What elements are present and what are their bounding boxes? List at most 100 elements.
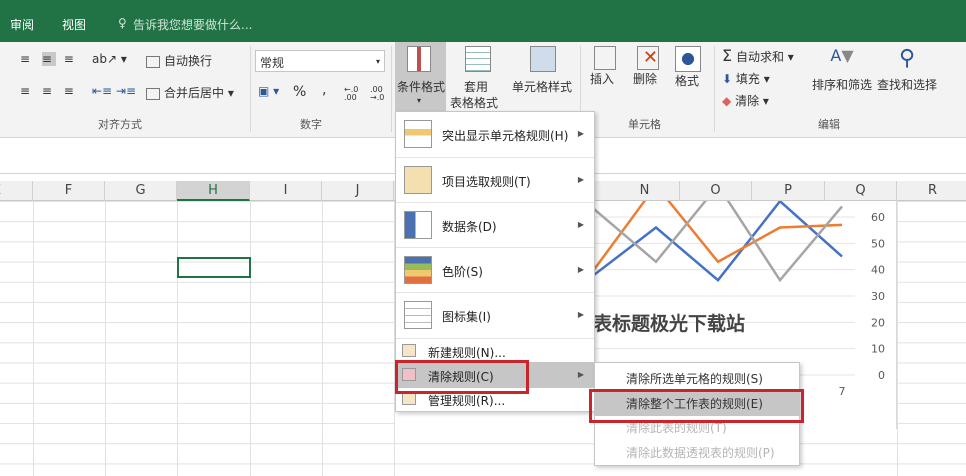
y-tick-label: 0 (878, 369, 885, 382)
group-number: 数字 (300, 118, 322, 131)
highlight-box (395, 360, 529, 394)
data-bars-icon (404, 211, 432, 239)
group-cells: 单元格 (628, 118, 661, 131)
clear-label: 清除 (735, 94, 760, 108)
format-button[interactable]: 格式 (675, 46, 701, 89)
eraser-icon: ◆ (722, 94, 732, 108)
y-tick-label: 50 (871, 237, 885, 250)
tell-me-search[interactable]: 告诉我您想要做什么... (133, 16, 252, 33)
highlight-box (589, 389, 804, 423)
col-header[interactable]: J (322, 181, 394, 201)
divider (714, 46, 715, 132)
gridline (250, 201, 251, 476)
gridline (105, 201, 106, 476)
series-line (592, 201, 843, 271)
submenu-arrow-icon: ▶ (577, 310, 584, 319)
col-header[interactable]: N (610, 181, 680, 201)
align-top-icon[interactable]: ≡ ≡ ≡ (20, 52, 78, 66)
col-header[interactable]: R (897, 181, 966, 201)
divider (250, 46, 251, 132)
y-tick-label: 60 (871, 211, 885, 224)
submenu-arrow-icon: ▶ (577, 220, 584, 229)
fill-down-icon: ⬇ (722, 72, 733, 86)
y-tick-label: 40 (871, 264, 885, 277)
merge-icon (146, 87, 160, 100)
top-bottom-icon (404, 166, 432, 194)
percent-button[interactable]: % (293, 84, 306, 100)
wrap-text-icon (146, 55, 160, 68)
menu-item-icon-sets[interactable]: 图标集(I) ▶ (396, 292, 594, 336)
align-left-center-right-icons[interactable]: ≡ ≡ ≡ (20, 84, 78, 98)
comma-button[interactable]: , (322, 82, 326, 98)
menu-item-data-bars[interactable]: 数据条(D) ▶ (396, 202, 594, 246)
merge-label: 合并后居中 (164, 86, 225, 100)
tab-review[interactable]: 审阅 (10, 16, 34, 33)
wrap-label: 自动换行 (164, 54, 213, 68)
conditional-label: 条件格式 (397, 80, 446, 94)
col-header[interactable]: P (752, 181, 825, 201)
menu-item-highlight-rules[interactable]: 突出显示单元格规则(H) ▶ (396, 112, 594, 156)
group-alignment: 对齐方式 (98, 118, 142, 131)
autosum-button[interactable]: Σ 自动求和 ▾ (722, 46, 794, 65)
conditional-formatting-button[interactable]: 条件格式 ▾ (395, 42, 446, 111)
menu-item-new-rule[interactable]: 新建规则(N)... (396, 338, 594, 362)
menu-label: 数据条(D) (442, 220, 497, 234)
col-header[interactable]: Q (825, 181, 897, 201)
col-header[interactable]: F (33, 181, 105, 201)
color-scales-icon (404, 256, 432, 284)
selected-cell[interactable] (177, 257, 251, 278)
highlight-rules-icon (404, 120, 432, 148)
insert-label: 插入 (590, 72, 615, 86)
col-header[interactable]: E (0, 181, 33, 201)
delete-label: 删除 (633, 72, 658, 86)
series-line (593, 201, 843, 283)
format-as-table-button[interactable]: 套用 表格格式 (450, 42, 505, 111)
submenu-item-clear-selected[interactable]: 清除所选单元格的规则(S) (595, 367, 799, 391)
fill-button[interactable]: ⬇ 填充 ▾ (722, 70, 770, 87)
delete-button[interactable]: ✕ 删除 (633, 46, 659, 87)
table-label-2: 表格格式 (450, 96, 499, 110)
increase-decimal-button[interactable]: ←.0 .00 (344, 86, 362, 102)
orientation-icon[interactable]: ab↗ ▾ (92, 52, 127, 66)
menu-label: 新建规则(N)... (428, 346, 506, 360)
indent-icons[interactable]: ⇤≡ ⇥≡ (92, 84, 136, 98)
submenu-item-clear-pivot: 清除此数据透视表的规则(P) (626, 446, 775, 460)
sort-label: 排序和筛选 (811, 78, 872, 92)
title-bar: 审阅 视图 ♀ 告诉我您想要做什么... (0, 0, 966, 42)
merge-center-button[interactable]: 合并后居中 ▾ (146, 84, 234, 101)
fill-label: 填充 (735, 72, 760, 86)
number-format-select[interactable]: 常规 ▾ (255, 50, 385, 72)
cell-styles-button[interactable]: 单元格样式 (510, 42, 574, 111)
gridline (33, 201, 34, 476)
tab-view[interactable]: 视图 (62, 16, 86, 33)
menu-item-top-bottom-rules[interactable]: 项目选取规则(T) ▶ (396, 157, 594, 201)
group-editing: 编辑 (818, 118, 840, 131)
y-tick-label: 30 (871, 290, 885, 303)
accounting-icon[interactable]: ▣ ▾ (258, 84, 279, 98)
col-header[interactable]: O (680, 181, 752, 201)
menu-label: 项目选取规则(T) (442, 175, 531, 189)
cell-styles-label: 单元格样式 (512, 80, 573, 94)
menu-item-color-scales[interactable]: 色阶(S) ▶ (396, 247, 594, 291)
sort-filter-icon: A▼ (830, 46, 854, 65)
number-format-value: 常规 (260, 56, 285, 70)
wrap-text-button[interactable]: 自动换行 (146, 52, 212, 69)
chart-title: 表标题极光下载站 (593, 313, 746, 335)
magnifier-icon: ⚲ (898, 46, 916, 71)
autosum-label: 自动求和 (735, 50, 784, 64)
sort-filter-button[interactable]: A▼ 排序和筛选 (810, 46, 874, 93)
y-tick-label: 20 (871, 316, 885, 329)
format-label: 格式 (675, 74, 700, 88)
decrease-decimal-button[interactable]: .00 →.0 (370, 86, 388, 102)
menu-label: 突出显示单元格规则(H) (442, 129, 569, 143)
x-tick-label: 7 (839, 385, 846, 398)
find-select-button[interactable]: ⚲ 查找和选择 (875, 46, 939, 93)
menu-label: 管理规则(R)... (428, 394, 506, 408)
col-header-selected[interactable]: H (177, 181, 250, 201)
clear-button[interactable]: ◆ 清除 ▾ (722, 92, 769, 109)
col-header[interactable]: I (250, 181, 322, 201)
y-tick-label: 10 (871, 343, 885, 356)
col-header[interactable]: G (105, 181, 177, 201)
gridline (322, 201, 323, 476)
insert-button[interactable]: 插入 (590, 46, 616, 87)
